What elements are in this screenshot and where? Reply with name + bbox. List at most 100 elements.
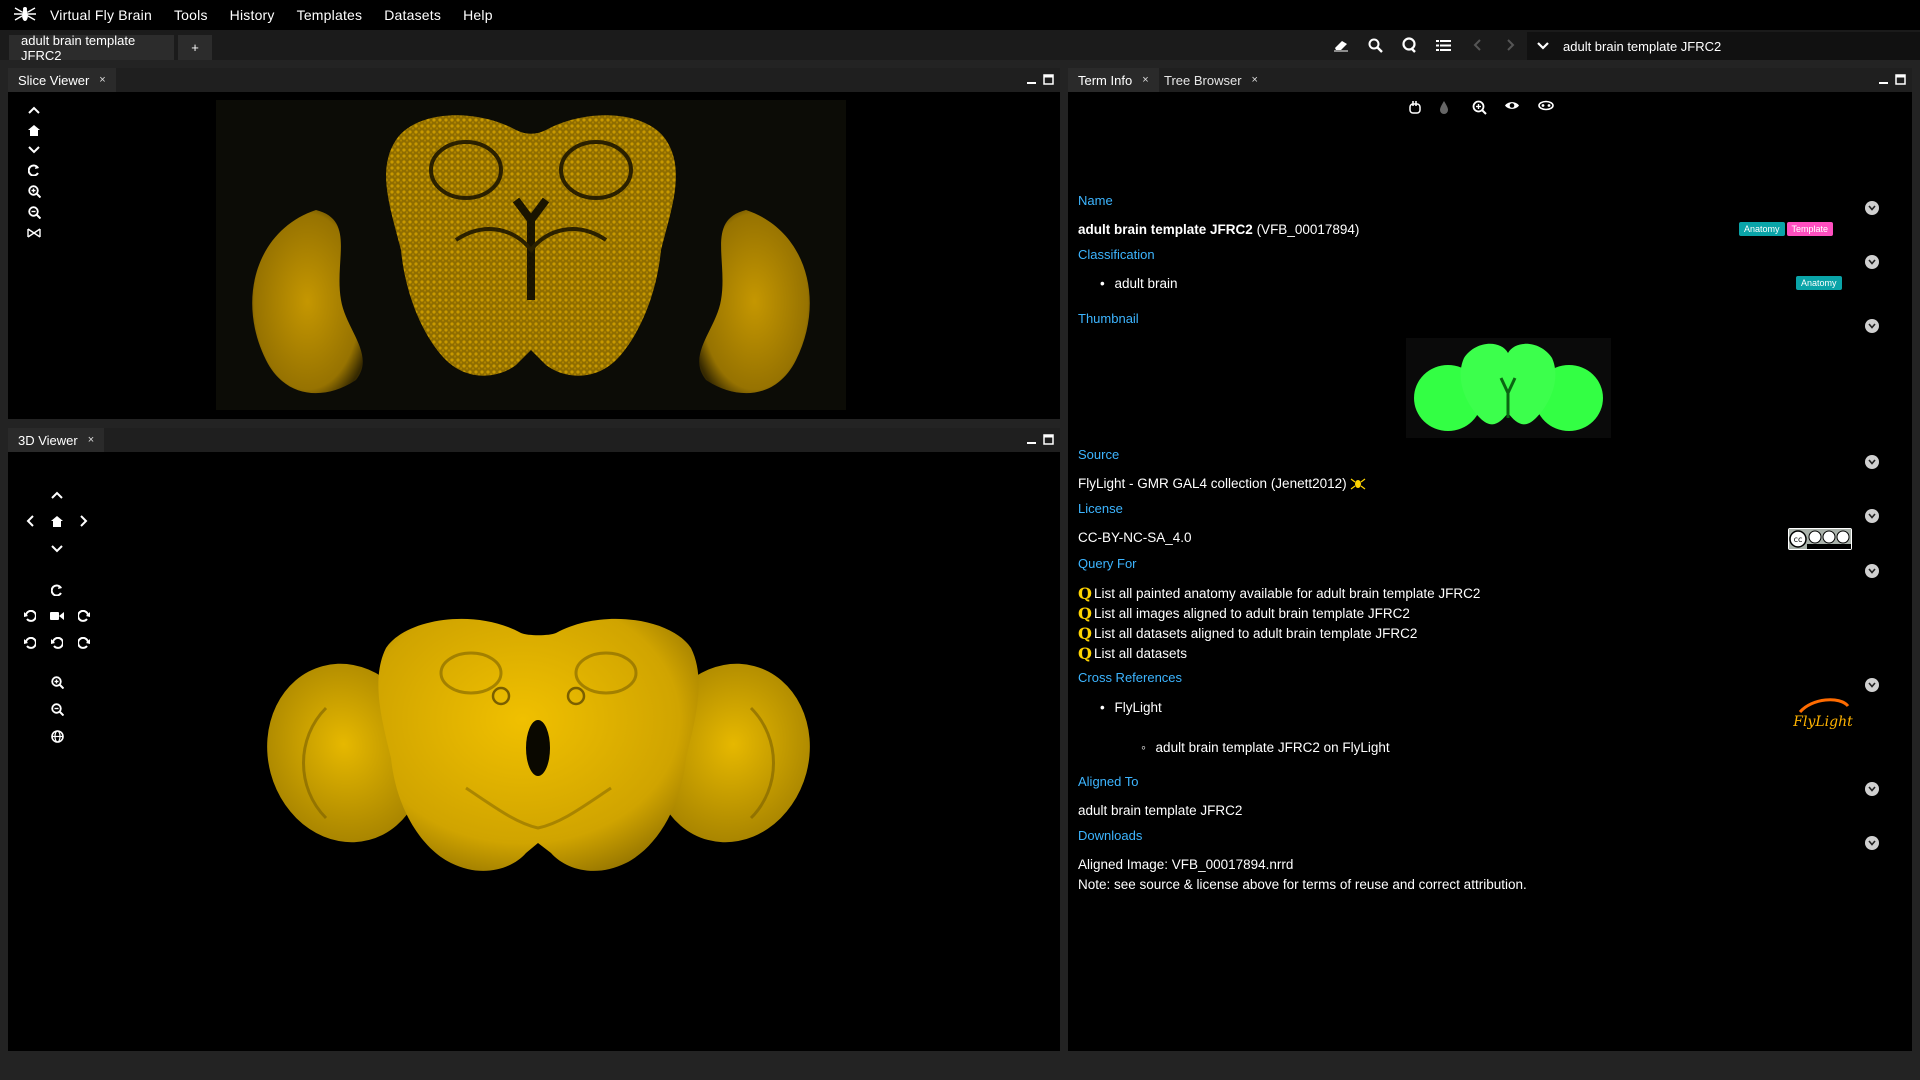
badge-anatomy[interactable]: Anatomy [1739, 222, 1785, 236]
menu-templates[interactable]: Templates [297, 7, 363, 23]
cc-license-badge-icon[interactable]: cc [1788, 528, 1852, 550]
zoom-in-icon[interactable] [49, 674, 65, 690]
zoom-to-icon[interactable] [1472, 100, 1487, 115]
rotate-down-icon[interactable] [49, 635, 65, 651]
slice-brain-image[interactable] [216, 100, 846, 410]
neuron-icon[interactable] [1537, 100, 1555, 115]
select-hand-icon[interactable] [1408, 100, 1422, 115]
search-icon[interactable] [1358, 30, 1392, 60]
pan-left-icon[interactable] [22, 513, 38, 529]
slice-viewer-panel[interactable]: Slice Viewer × [8, 68, 1060, 419]
section-title-cross-references[interactable]: Cross References [1078, 670, 1182, 685]
minimize-icon[interactable] [1026, 74, 1037, 85]
zoom-out-icon[interactable] [49, 701, 65, 717]
pan-up-icon[interactable] [49, 487, 65, 503]
menu-datasets[interactable]: Datasets [384, 7, 441, 23]
flylight-fly-icon[interactable] [1350, 478, 1366, 490]
maximize-icon[interactable] [1043, 434, 1054, 445]
rotate-ccw-icon[interactable] [22, 635, 38, 651]
rotate-left-icon[interactable] [22, 608, 38, 624]
tab-3d-viewer[interactable]: 3D Viewer × [8, 428, 105, 452]
section-title-classification[interactable]: Classification [1078, 247, 1155, 262]
query-link[interactable]: Q List all datasets [1078, 644, 1187, 663]
section-title-thumbnail[interactable]: Thumbnail [1078, 311, 1139, 326]
query-icon: Q [1078, 624, 1092, 643]
section-title-downloads[interactable]: Downloads [1078, 828, 1142, 843]
badge-anatomy[interactable]: Anatomy [1796, 276, 1842, 290]
section-title-name[interactable]: Name [1078, 193, 1113, 208]
query-icon[interactable] [1392, 30, 1426, 60]
section-toggle-icon[interactable] [1865, 564, 1879, 578]
query-link[interactable]: Q List all datasets aligned to adult bra… [1078, 624, 1417, 643]
rotate-right-icon[interactable] [76, 608, 92, 624]
color-drop-icon[interactable] [1439, 100, 1449, 115]
section-toggle-icon[interactable] [1865, 509, 1879, 523]
refresh-icon[interactable] [26, 162, 42, 178]
3d-viewer-header: 3D Viewer × [8, 428, 1060, 452]
cross-reference-item[interactable]: • FlyLight [1100, 700, 1162, 715]
zoom-out-icon[interactable] [26, 204, 42, 220]
section-title-query-for[interactable]: Query For [1078, 556, 1137, 571]
tab-adult-brain-template[interactable]: adult brain template JFRC2 [9, 33, 174, 63]
section-title-source[interactable]: Source [1078, 447, 1119, 462]
3d-viewer-panel[interactable]: 3D Viewer × [8, 428, 1060, 1051]
pan-down-icon[interactable] [26, 142, 42, 158]
maximize-icon[interactable] [1043, 74, 1054, 85]
tab-slice-viewer[interactable]: Slice Viewer × [8, 68, 116, 92]
section-toggle-icon[interactable] [1865, 319, 1879, 333]
thumbnail-image[interactable] [1406, 338, 1611, 438]
menu-help[interactable]: Help [463, 7, 493, 23]
instance-select[interactable]: adult brain template JFRC2 [1527, 32, 1920, 60]
close-icon[interactable]: × [99, 74, 105, 86]
term-id[interactable]: (VFB_00017894) [1257, 222, 1360, 237]
globe-icon[interactable] [49, 728, 65, 744]
maximize-icon[interactable] [1895, 74, 1906, 85]
minimize-icon[interactable] [1878, 74, 1889, 85]
flylight-logo[interactable]: FlyLight [1792, 696, 1854, 736]
menu-history[interactable]: History [230, 7, 275, 23]
pan-down-icon[interactable] [49, 541, 65, 557]
query-link[interactable]: Q List all images aligned to adult brain… [1078, 604, 1410, 623]
section-toggle-icon[interactable] [1865, 255, 1879, 269]
home-icon[interactable] [26, 122, 42, 138]
section-toggle-icon[interactable] [1865, 201, 1879, 215]
camera-icon[interactable] [49, 608, 65, 624]
section-toggle-icon[interactable] [1865, 782, 1879, 796]
home-icon[interactable] [49, 513, 65, 529]
badge-template[interactable]: Template [1786, 222, 1834, 236]
add-tab-button[interactable]: + [178, 35, 212, 60]
rotate-cw-icon[interactable] [76, 635, 92, 651]
section-title-aligned-to[interactable]: Aligned To [1078, 774, 1138, 789]
aligned-to-text[interactable]: adult brain template JFRC2 [1078, 803, 1242, 818]
download-link[interactable]: Aligned Image: VFB_00017894.nrrd [1078, 857, 1293, 872]
tab-tree-browser[interactable]: Tree Browser × [1154, 68, 1268, 92]
query-link-label: List all datasets [1093, 646, 1187, 661]
pan-right-icon[interactable] [76, 513, 92, 529]
eraser-icon[interactable] [1324, 30, 1358, 60]
section-toggle-icon[interactable] [1865, 455, 1879, 469]
reset-rotation-icon[interactable] [49, 582, 65, 598]
classification-item[interactable]: • adult brain [1100, 276, 1178, 291]
pan-up-icon[interactable] [26, 102, 42, 118]
close-icon[interactable]: × [1252, 74, 1258, 86]
query-link[interactable]: Q List all painted anatomy available for… [1078, 584, 1480, 603]
forward-arrow-icon[interactable] [1494, 30, 1528, 60]
close-icon[interactable]: × [1142, 74, 1148, 86]
minimize-icon[interactable] [1026, 434, 1037, 445]
back-arrow-icon[interactable] [1460, 30, 1494, 60]
3d-brain-render[interactable] [266, 608, 811, 888]
tab-term-info[interactable]: Term Info × [1068, 68, 1159, 92]
section-toggle-icon[interactable] [1865, 836, 1879, 850]
orientation-icon[interactable] [26, 225, 42, 241]
section-toggle-icon[interactable] [1865, 678, 1879, 692]
menu-virtual-fly-brain[interactable]: Virtual Fly Brain [50, 7, 152, 23]
menu-tools[interactable]: Tools [174, 7, 208, 23]
list-icon[interactable] [1426, 30, 1460, 60]
vfb-fly-logo-icon[interactable] [0, 0, 50, 30]
cross-reference-subitem[interactable]: ◦ adult brain template JFRC2 on FlyLight [1141, 740, 1390, 755]
visibility-eye-icon[interactable] [1504, 100, 1520, 115]
section-title-license[interactable]: License [1078, 501, 1123, 516]
close-icon[interactable]: × [88, 434, 94, 446]
zoom-in-icon[interactable] [26, 183, 42, 199]
source-text[interactable]: FlyLight - GMR GAL4 collection (Jenett20… [1078, 476, 1366, 491]
